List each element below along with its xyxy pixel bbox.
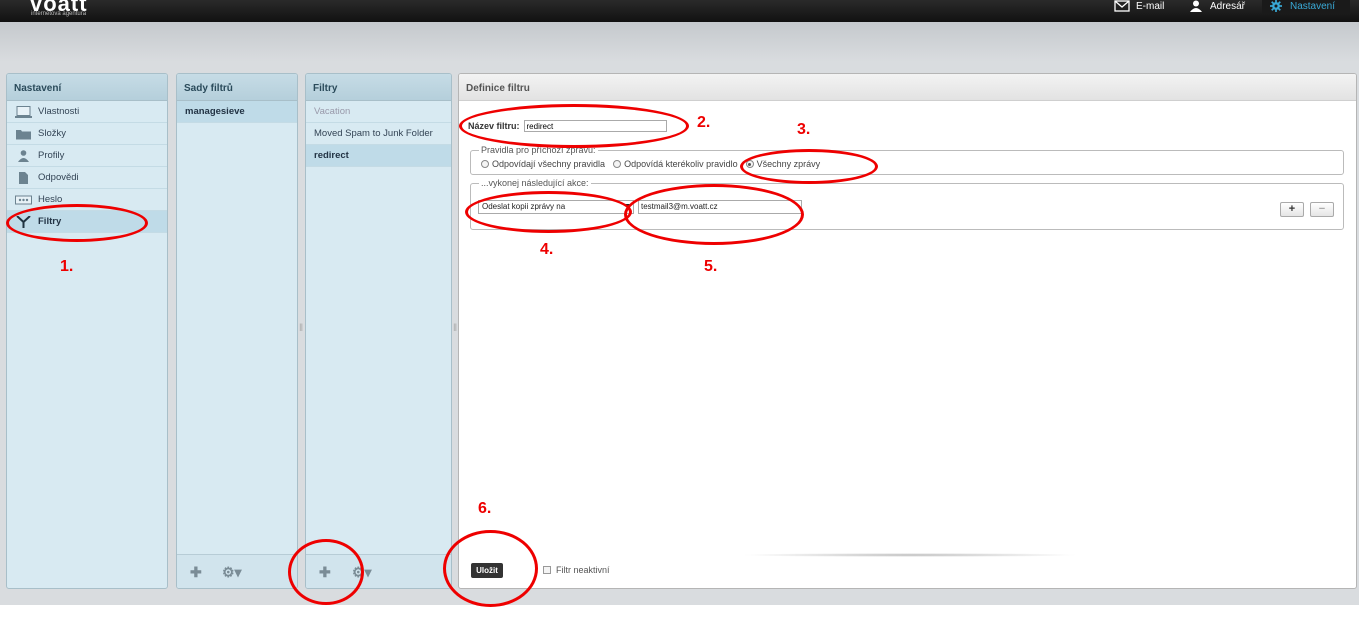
settings-item-label: Vlastnosti xyxy=(38,105,80,117)
nav-settings[interactable]: Nastavení xyxy=(1262,0,1350,14)
password-icon xyxy=(15,195,32,204)
radio-circle[interactable] xyxy=(481,160,489,168)
filter-inactive-row[interactable]: Filtr neaktivní xyxy=(543,565,610,575)
nav-email[interactable]: E-mail xyxy=(1114,0,1164,22)
settings-item-profiles[interactable]: Profily xyxy=(7,145,167,167)
filter-item-spam[interactable]: Moved Spam to Junk Folder xyxy=(306,123,451,145)
annotation-number-3: 3. xyxy=(797,121,811,138)
filter-inactive-checkbox[interactable] xyxy=(543,566,551,574)
page-background-gradient xyxy=(0,22,1359,62)
remove-action-button[interactable]: − xyxy=(1310,202,1334,217)
filter-item-redirect[interactable]: redirect xyxy=(306,145,451,167)
settings-panel-title: Nastavení xyxy=(7,74,167,101)
filter-sets-title: Sady filtrů xyxy=(177,74,297,101)
nav-addressbook[interactable]: Adresář xyxy=(1188,0,1245,22)
annotation-ring-2 xyxy=(459,104,689,148)
settings-item-properties[interactable]: Vlastnosti xyxy=(7,101,167,123)
laptop-icon xyxy=(15,105,32,118)
actions-legend: ...vykonej následující akce: xyxy=(479,178,591,188)
top-bar: voatt internetová agentura E-mail Adresá… xyxy=(0,0,1359,22)
annotation-ring-3 xyxy=(740,149,878,184)
filters-panel: Filtry Vacation Moved Spam to Junk Folde… xyxy=(305,73,452,589)
add-filter-set-button[interactable]: ✚ xyxy=(190,564,202,581)
settings-item-folders[interactable]: Složky xyxy=(7,123,167,145)
rules-fieldset: Pravidla pro příchozí zprávu: Odpovídají… xyxy=(470,145,1344,175)
filter-definition-title: Definice filtru xyxy=(459,74,1356,101)
radio-label: Odpovídají všechny pravidla xyxy=(492,159,606,169)
filter-set-actions-gear-icon[interactable]: ⚙▾ xyxy=(222,564,242,581)
settings-item-label: Profily xyxy=(38,149,65,161)
filter-sets-footer: ✚ ⚙▾ xyxy=(177,554,297,588)
annotation-ring-6 xyxy=(443,530,538,607)
nav-addressbook-label: Adresář xyxy=(1210,1,1246,12)
annotation-number-4: 4. xyxy=(540,241,554,258)
folder-icon xyxy=(16,129,31,139)
radio-circle[interactable] xyxy=(613,160,622,168)
annotation-ring-4 xyxy=(465,191,632,233)
annotation-number-2: 2. xyxy=(697,114,711,131)
divider xyxy=(740,553,1080,557)
splitter-handle[interactable]: ‖ xyxy=(299,323,303,337)
add-action-button[interactable]: + xyxy=(1280,202,1304,217)
logo-subtitle: internetová agentura xyxy=(31,11,87,17)
person-icon xyxy=(18,149,29,162)
person-icon xyxy=(1190,0,1202,12)
annotation-number-1: 1. xyxy=(60,258,74,275)
filter-sets-panel: Sady filtrů managesieve ✚ ⚙▾ xyxy=(176,73,298,589)
filters-title: Filtry xyxy=(306,74,451,101)
annotation-ring-1 xyxy=(6,204,148,242)
settings-item-responses[interactable]: Odpovědi xyxy=(7,167,167,189)
radio-label: Odpovídá kterékoliv pravidlo xyxy=(624,159,738,169)
filter-set-item[interactable]: managesieve xyxy=(177,101,297,123)
mail-icon xyxy=(1114,0,1130,12)
nav-settings-label: Nastavení xyxy=(1290,1,1336,12)
settings-item-label: Složky xyxy=(38,127,66,139)
filter-item-vacation[interactable]: Vacation xyxy=(306,101,451,123)
filter-inactive-label: Filtr neaktivní xyxy=(556,565,610,575)
settings-item-label: Odpovědi xyxy=(38,171,79,183)
annotation-number-6: 6. xyxy=(478,500,492,517)
annotation-number-5: 5. xyxy=(704,258,718,275)
splitter-handle[interactable]: ‖ xyxy=(453,323,457,337)
annotation-ring-5 xyxy=(624,184,804,245)
settings-panel: Nastavení Vlastnosti Složky Profily Odpo… xyxy=(6,73,168,589)
document-icon xyxy=(19,171,28,184)
gear-icon xyxy=(1270,0,1282,12)
nav-email-label: E-mail xyxy=(1136,1,1165,12)
radio-any-rule[interactable]: Odpovídá kterékoliv pravidlo xyxy=(613,159,738,169)
radio-all-rules[interactable]: Odpovídají všechny pravidla xyxy=(481,159,605,169)
annotation-ring-add-filter xyxy=(288,539,364,605)
